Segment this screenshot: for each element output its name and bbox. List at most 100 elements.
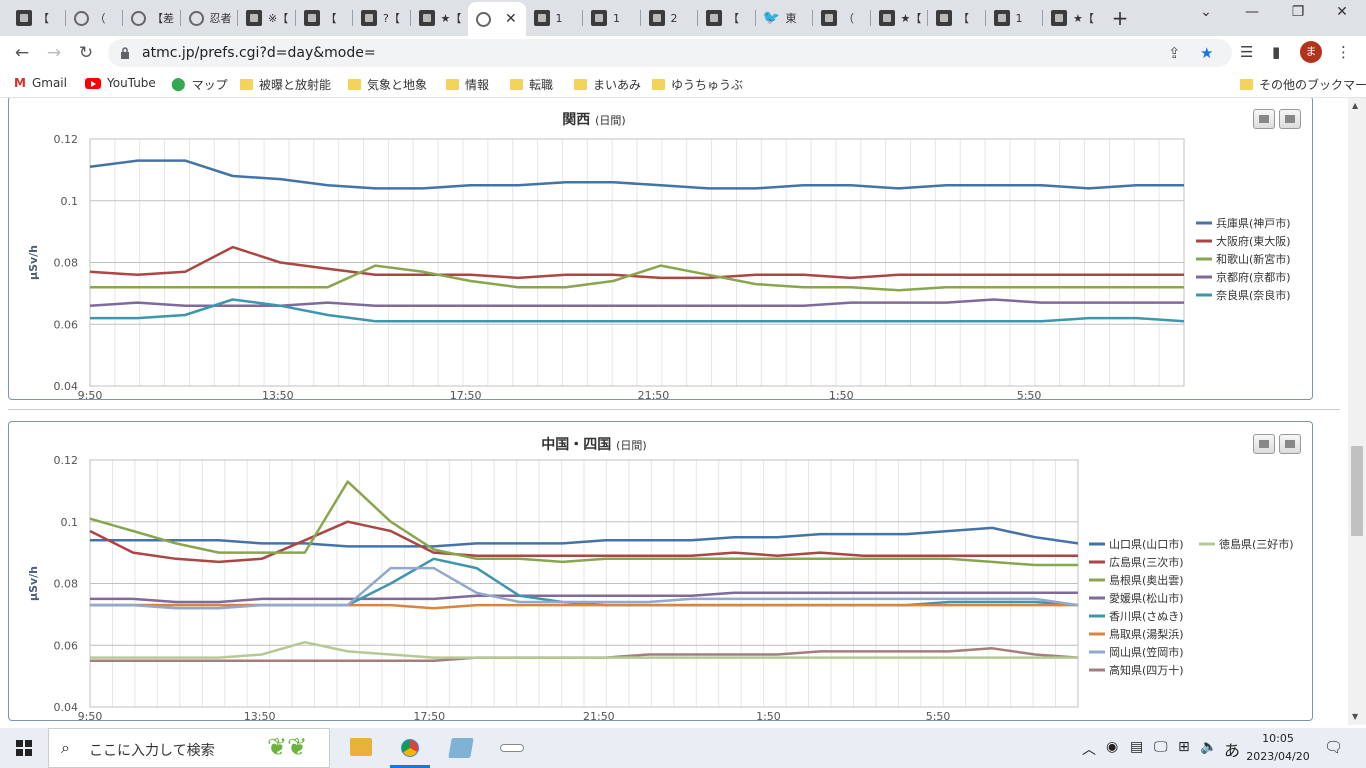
tab-title: 【 [728,12,739,25]
tab-title: 【 [325,12,337,25]
tab-separator [582,10,583,26]
tab-close-icon[interactable]: ✕ [505,11,517,27]
site-icon [418,10,435,26]
ime-indicator[interactable]: あ [1224,737,1240,761]
tab-separator [639,10,641,26]
y-tick-label: 0.12 [54,133,79,146]
bookmark-folder[interactable]: 情報 [446,76,489,93]
folder-icon [652,79,665,90]
tab-title: 2 [670,11,678,25]
media-control-icon[interactable]: ☰ [1240,43,1253,61]
tab-separator [179,10,181,26]
notification-icon[interactable]: 🗨 [1324,738,1343,756]
tab-title: ※【 [268,12,289,25]
browser-tab[interactable]: 1 [986,4,1044,32]
browser-tab[interactable]: ★【 [411,4,469,32]
browser-tab[interactable]: ?【 [353,4,411,32]
chart-panel-chugoku-shikoku: 中国・四国 (日間) 0.04 0.06 0.08 0.1 0.12 μSv/h 9:50 1… [8,421,1313,721]
scroll-thumb[interactable] [1351,446,1363,536]
other-bookmarks[interactable]: その他のブックマーク [1240,76,1366,93]
browser-toolbar: ← → ↻ atmc.jp/prefs.cgi?d=day&mode= ⇪ ★ … [0,36,1366,70]
bookmark-folder[interactable]: 転職 [510,76,553,93]
scroll-down-icon[interactable]: ▼ [1352,712,1358,721]
browser-tab[interactable]: 1 [526,4,584,32]
browser-tab[interactable]: 【 [928,4,986,32]
browser-tab[interactable]: ※【 [238,4,296,32]
menu-icon[interactable]: ⋮ [1336,43,1351,61]
tray-icon[interactable]: ⊞ [1178,739,1190,755]
clock-date[interactable]: 2023/04/20 [1240,750,1316,763]
reload-icon[interactable]: ↻ [74,42,98,64]
site-icon [361,10,377,26]
tab-title: 1 [1015,11,1023,25]
bookmark-maps[interactable]: ⬤ マップ [171,76,228,93]
restore-icon[interactable]: ❐ [1278,4,1318,20]
browser-tab[interactable]: 🐦 東 [756,4,814,32]
legend-item: 徳島県(三好市) [1219,537,1294,551]
side-panel-icon[interactable]: ▮ [1272,43,1280,61]
avatar[interactable]: ま [1300,41,1322,63]
search-icon: ⌕ [61,738,70,757]
page-scrollbar[interactable]: ▲ ▼ [1348,98,1366,725]
y-axis-label: μSv/h [27,245,40,280]
minimize-icon[interactable]: — [1232,4,1272,20]
browser-tab[interactable]: 【 [698,4,756,32]
browser-tab[interactable]: ✕ [468,2,526,36]
close-window-icon[interactable]: ✕ [1322,4,1362,20]
tab-separator [927,10,928,26]
browser-tab[interactable]: ★【 [1043,4,1101,32]
browser-tab[interactable]: 【差 [123,4,181,32]
bookmark-label: 被曝と放射能 [259,78,332,92]
browser-tab[interactable]: 【 [8,4,66,32]
legend-item: 京都府(京都市) [1216,270,1291,284]
windows-start-icon[interactable] [0,728,48,768]
network-icon[interactable]: 🖵 [1154,739,1168,755]
legend-item: 兵庫県(神戸市) [1216,216,1291,230]
bookmark-label: 情報 [465,78,490,92]
back-icon[interactable]: ← [10,42,34,64]
forward-icon[interactable]: → [42,42,66,64]
folder-icon [510,79,523,90]
tray-icon[interactable]: ◉ [1106,739,1118,755]
browser-tab[interactable]: 【 [296,4,354,32]
site-icon [246,10,262,26]
map-pin-icon: ⬤ [171,77,186,92]
app-icon[interactable] [500,744,524,752]
bookmark-folder[interactable]: 被曝と放射能 [240,76,331,93]
bookmark-star-icon[interactable]: ★ [1200,44,1213,62]
tab-separator [64,10,66,26]
new-tab-button[interactable]: + [1108,6,1132,30]
browser-tab[interactable]: 2 [641,4,699,32]
clock-time[interactable]: 10:05 [1248,732,1308,745]
browser-tab[interactable]: 1 [583,4,641,32]
chrome-icon[interactable] [398,736,422,760]
browser-tab[interactable]: （ [813,4,871,32]
bookmark-youtube[interactable]: YouTube [85,76,156,90]
browser-tab[interactable]: 忍者 [181,4,239,32]
taskbar-search[interactable]: ⌕ ここに入力して検索 ❦❦ [48,728,330,768]
app-icon[interactable] [448,738,474,758]
legend-item: 和歌山(新宮市) [1216,252,1291,266]
site-icon [591,10,607,26]
scroll-up-icon[interactable]: ▲ [1352,101,1358,110]
browser-tab[interactable]: （ [66,4,124,32]
tray-chevron-icon[interactable]: ︿ [1082,739,1096,759]
bookmark-folder[interactable]: まいあみ [574,76,641,93]
address-bar[interactable]: atmc.jp/prefs.cgi?d=day&mode= ⇪ ★ [108,39,1232,67]
bookmark-folder[interactable]: 気象と地象 [348,76,427,93]
volume-icon[interactable]: 🔈 [1200,739,1217,755]
browser-tab[interactable]: ★【 [871,4,929,32]
bookmark-gmail[interactable]: M Gmail [14,76,67,90]
y-tick-label: 0.1 [61,195,79,208]
bookmark-folder[interactable]: ゆうちゅうぶ [652,76,743,93]
y-tick-label: 0.06 [54,639,79,652]
share-icon[interactable]: ⇪ [1168,44,1181,62]
globe-icon [131,10,146,26]
folder-icon [240,79,253,90]
tray-icon[interactable]: ▤ [1130,739,1143,755]
x-tick-label: 9:50 [78,389,103,399]
tab-separator [237,10,238,26]
tab-search-icon[interactable]: ⌄ [1186,4,1226,20]
file-explorer-icon[interactable] [350,738,372,756]
legend-item: 山口県(山口市) [1109,537,1184,551]
